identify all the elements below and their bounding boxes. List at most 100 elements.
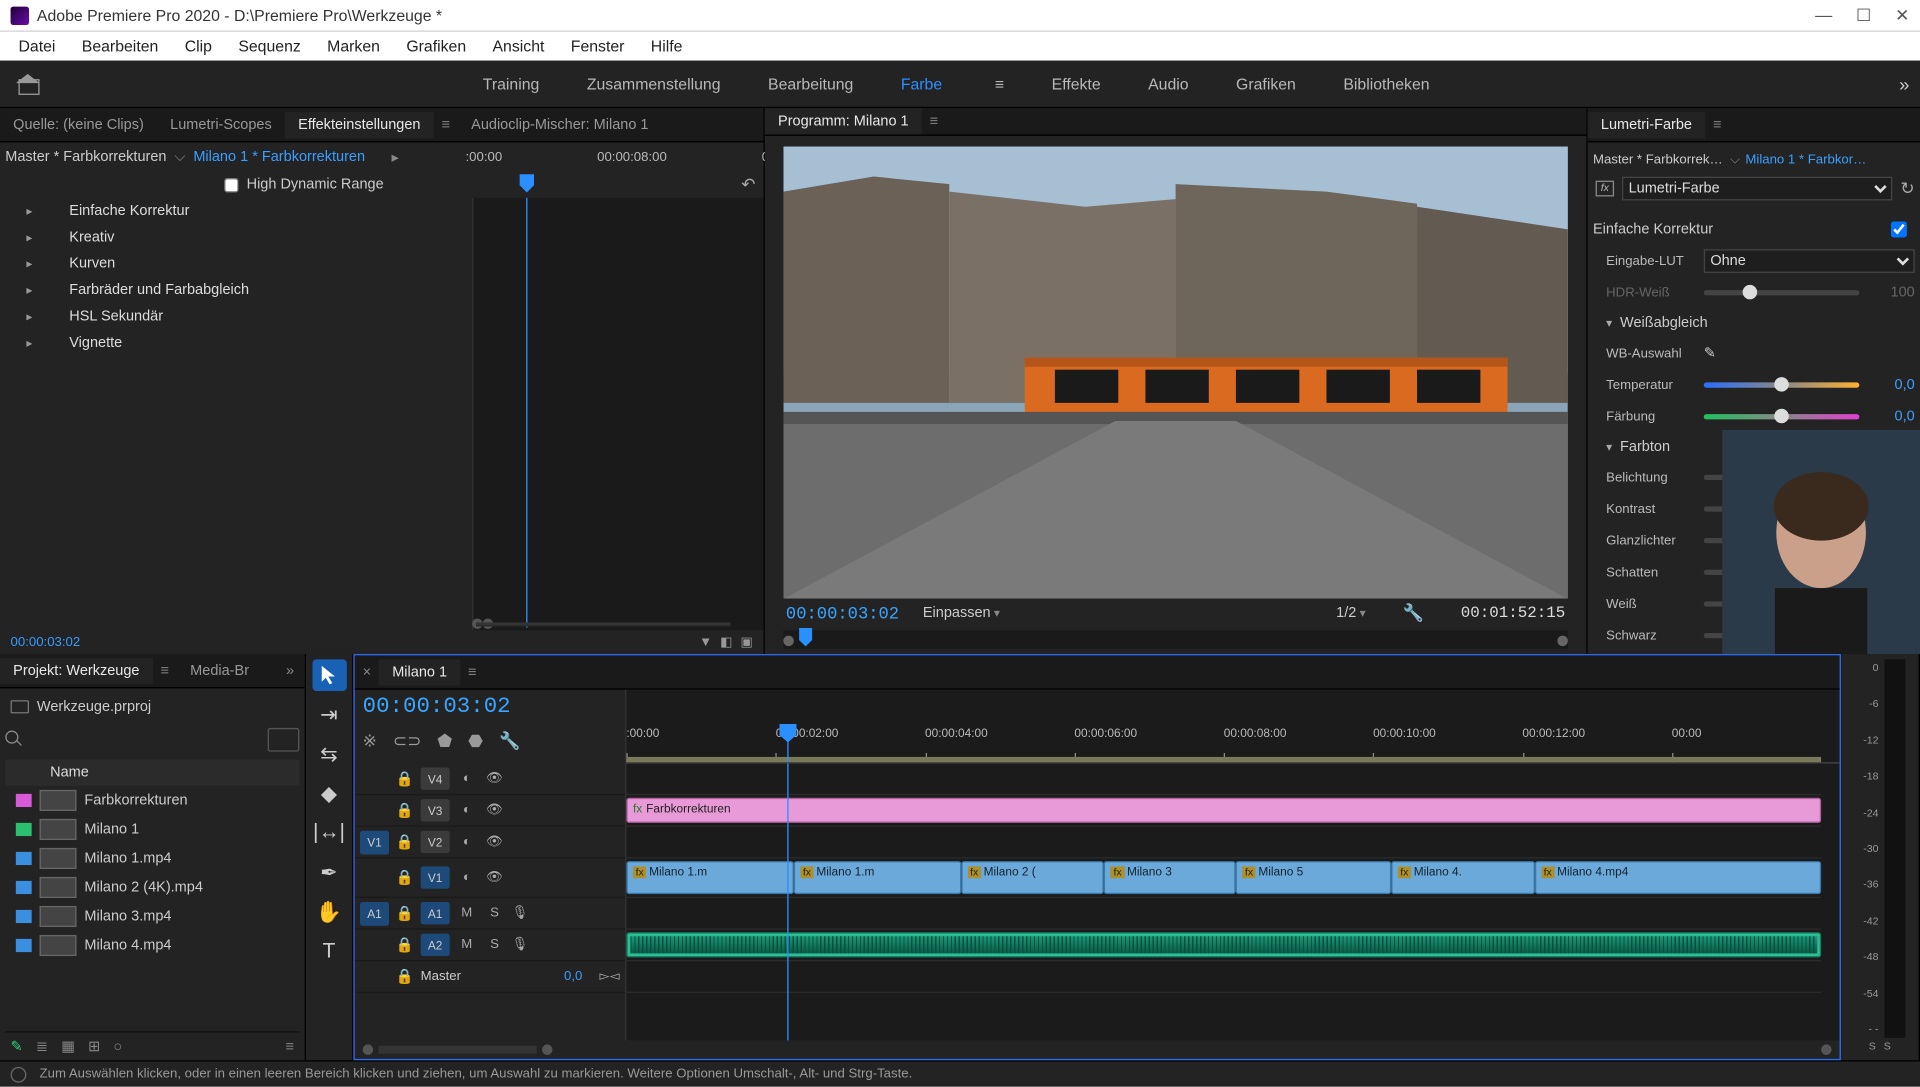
new-bin-icon[interactable] <box>268 728 300 752</box>
selection-tool[interactable] <box>312 659 346 691</box>
v4-toggle-output[interactable]: ◐ <box>456 771 477 786</box>
track-v4[interactable] <box>626 764 1821 796</box>
tl-wrench-icon[interactable]: 🔧 <box>499 731 520 752</box>
tl-settings-icon[interactable]: ⬣ <box>468 731 483 752</box>
clip-adjustment[interactable]: fxFarbkorrekturen <box>626 798 1821 823</box>
temp-slider[interactable] <box>1704 382 1860 387</box>
video-clip[interactable]: fxMilano 4.mp4 <box>1534 861 1821 894</box>
v1-toggle-output[interactable]: ◐ <box>456 870 477 885</box>
master-value[interactable]: 0,0 <box>564 969 582 984</box>
meter-solo-r[interactable]: S <box>1884 1040 1891 1052</box>
scrub-handle-right[interactable] <box>1557 636 1568 647</box>
menu-fenster[interactable]: Fenster <box>558 34 638 58</box>
tl-scroll-right[interactable] <box>1821 1044 1832 1055</box>
tab-effect-controls[interactable]: Effekteinstellungen <box>285 111 434 137</box>
v2-eye-icon[interactable]: 👁 <box>484 835 505 850</box>
menu-grafiken[interactable]: Grafiken <box>393 34 479 58</box>
track-master[interactable] <box>626 961 1821 993</box>
project-settings-icon[interactable]: ≡ <box>286 1038 294 1054</box>
tl-zoom-bar[interactable] <box>378 1046 536 1054</box>
v1-target[interactable]: V1 <box>421 866 450 888</box>
menu-hilfe[interactable]: Hilfe <box>638 34 696 58</box>
program-monitor[interactable] <box>783 146 1568 599</box>
program-fit-select[interactable]: Einpassen <box>923 606 1000 622</box>
project-item[interactable]: Milano 1 <box>5 815 299 844</box>
menu-marken[interactable]: Marken <box>314 34 393 58</box>
track-v3[interactable]: fxFarbkorrekturen <box>626 795 1821 827</box>
program-tab-menu-icon[interactable]: ≡ <box>922 113 946 129</box>
v3-toggle-output[interactable]: ◐ <box>456 803 477 818</box>
pen-tool[interactable]: ✒ <box>312 857 346 889</box>
a2-target[interactable]: A2 <box>421 934 450 956</box>
tab-program[interactable]: Programm: Milano 1 <box>765 108 922 134</box>
master-snap-icon[interactable]: ▻◅ <box>599 969 619 984</box>
close-button[interactable]: ✕ <box>1895 5 1909 26</box>
lum-fx-select[interactable]: Lumetri-Farbe <box>1622 177 1892 201</box>
lum-master[interactable]: Master * Farbkorrekt… <box>1593 152 1725 167</box>
slip-tool[interactable]: |↔| <box>312 818 346 850</box>
fx-keyframe-area[interactable] <box>472 198 763 631</box>
project-item[interactable]: Milano 1.mp4 <box>5 844 299 873</box>
project-menu-icon[interactable]: ≡ <box>153 663 177 679</box>
type-tool[interactable]: T <box>312 936 346 968</box>
clip-audio[interactable] <box>626 932 1821 957</box>
linked-selection-icon[interactable]: ⊂⊃ <box>393 731 422 752</box>
tab-source[interactable]: Quelle: (keine Clips) <box>0 111 157 137</box>
tab-lumetri[interactable]: Lumetri-Farbe <box>1588 111 1705 137</box>
fx-icon-a[interactable]: ◧ <box>720 635 732 650</box>
wb-header[interactable]: ▾Weißabgleich <box>1606 309 1915 338</box>
fx-clip-link[interactable]: Milano 1 * Farbkorrekturen <box>193 149 365 165</box>
program-scrubber[interactable] <box>783 631 1568 649</box>
ws-overflow-icon[interactable]: » <box>1899 73 1909 94</box>
maximize-button[interactable]: ☐ <box>1856 5 1871 26</box>
menu-datei[interactable]: Datei <box>5 34 68 58</box>
v2-lock-icon[interactable]: 🔒 <box>396 833 414 850</box>
project-item[interactable]: Milano 3.mp4 <box>5 902 299 931</box>
track-a2[interactable] <box>626 930 1821 962</box>
v2-target[interactable]: V2 <box>421 831 450 853</box>
fx-playhead[interactable] <box>526 198 527 628</box>
tab-lumetri-scopes[interactable]: Lumetri-Scopes <box>157 111 285 137</box>
track-v2[interactable] <box>626 827 1821 859</box>
menu-ansicht[interactable]: Ansicht <box>479 34 557 58</box>
project-item[interactable]: Milano 4.mp4 <box>5 931 299 960</box>
search-icon[interactable] <box>5 731 23 749</box>
a1-target[interactable]: A1 <box>421 902 450 924</box>
meter-solo-l[interactable]: S <box>1869 1040 1876 1052</box>
ws-bearbeitung[interactable]: Bearbeitung <box>744 67 877 101</box>
a1-source[interactable]: A1 <box>360 901 389 925</box>
temp-value[interactable]: 0,0 <box>1867 377 1914 393</box>
v4-eye-icon[interactable]: 👁 <box>484 771 505 786</box>
hand-tool[interactable]: ✋ <box>312 897 346 929</box>
master-lock-icon[interactable]: 🔒 <box>396 968 414 985</box>
v3-target[interactable]: V3 <box>421 799 450 821</box>
lum-clip[interactable]: Milano 1 * Farbkor… <box>1745 152 1866 167</box>
timeline-content[interactable]: fxFarbkorrekturen fxMilano 1.mfxMilano 1… <box>625 764 1840 1041</box>
tab-audio-mixer[interactable]: Audioclip-Mischer: Milano 1 <box>458 111 662 137</box>
razor-tool[interactable]: ◆ <box>312 778 346 810</box>
tint-slider[interactable] <box>1704 414 1860 419</box>
v2-toggle-output[interactable]: ◐ <box>456 835 477 850</box>
fx-icon-b[interactable]: ▣ <box>741 635 753 650</box>
fx-master-label[interactable]: Master * Farbkorrekturen <box>5 149 166 165</box>
icon-view-icon[interactable]: ▦ <box>61 1038 75 1055</box>
menu-sequenz[interactable]: Sequenz <box>225 34 314 58</box>
timeline-ruler[interactable]: :00:0000:00:02:0000:00:04:0000:00:06:000… <box>625 690 1840 764</box>
track-a1[interactable] <box>626 898 1821 930</box>
scrub-handle-left[interactable] <box>783 636 794 647</box>
lut-select[interactable]: Ohne <box>1704 249 1915 273</box>
timeline-timecode[interactable]: 00:00:03:02 <box>363 695 618 720</box>
v4-target[interactable]: V4 <box>421 767 450 789</box>
lum-fx-reset-icon[interactable]: ↻ <box>1900 178 1914 199</box>
program-zoom-select[interactable]: 1/2 <box>1336 606 1365 622</box>
ws-zusammenstellung[interactable]: Zusammenstellung <box>563 67 744 101</box>
freeform-view-icon[interactable]: ⊞ <box>88 1038 100 1055</box>
video-clip[interactable]: fxMilano 2 ( <box>961 861 1104 894</box>
eyedropper-icon[interactable]: ✎ <box>1704 344 1722 362</box>
project-item[interactable]: Milano 2 (4K).mp4 <box>5 873 299 902</box>
a2-solo[interactable]: S <box>484 938 505 953</box>
a2-mic-icon[interactable]: 🎙 <box>512 938 529 953</box>
ws-grafiken[interactable]: Grafiken <box>1212 67 1319 101</box>
fx-reset-icon[interactable]: ↶ <box>741 174 755 195</box>
wrench-icon[interactable]: 🔧 <box>1403 603 1424 624</box>
